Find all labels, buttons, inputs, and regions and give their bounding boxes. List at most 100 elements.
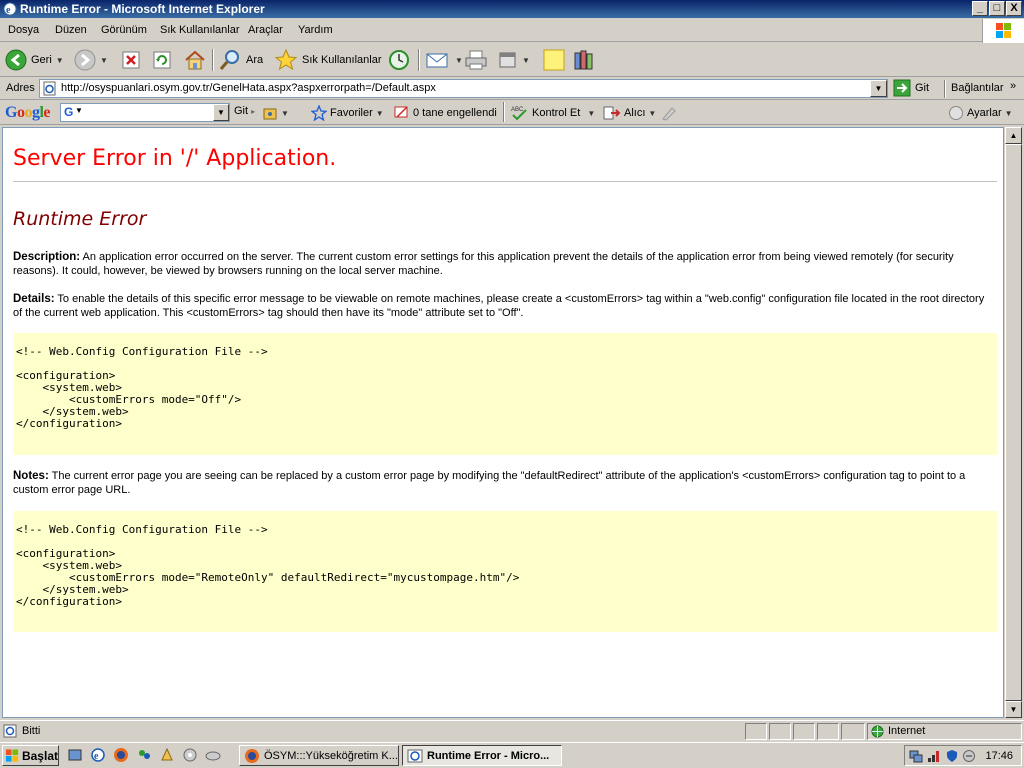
maximize-button[interactable]: □ [989, 1, 1005, 16]
spellcheck-dropdown-icon[interactable]: ▼ [587, 109, 595, 118]
ie-task-icon [407, 749, 423, 762]
vertical-scrollbar[interactable]: ▲ ▼ [1005, 127, 1022, 718]
favorites-button[interactable]: Sık Kullanılanlar [274, 47, 382, 73]
spellcheck-button[interactable]: ABC Kontrol Et ▼ [511, 105, 595, 121]
page-subheading: Runtime Error [13, 208, 147, 230]
firefox-quicklaunch-icon[interactable] [113, 747, 129, 763]
forward-button[interactable]: ▼ [74, 47, 108, 73]
send-to-dropdown-icon[interactable]: ▼ [648, 109, 656, 118]
books-icon [574, 50, 593, 70]
search-button[interactable]: Ara [218, 47, 263, 73]
go-button[interactable]: Git [893, 79, 929, 97]
network-tray-icon[interactable] [909, 749, 923, 763]
minimize-button[interactable]: _ [972, 1, 988, 16]
shield-tray-icon[interactable] [945, 749, 959, 763]
taskbar-item-osym-label: ÖSYM:::Yükseköğretim K... [264, 749, 398, 762]
back-arrow-icon [5, 49, 27, 71]
scroll-up-icon[interactable]: ▲ [1005, 127, 1022, 144]
google-options-dropdown-icon[interactable]: ▼ [281, 109, 289, 118]
address-label: Adres [6, 82, 35, 94]
address-dropdown-icon[interactable]: ▼ [870, 80, 887, 97]
standard-toolbar: Geri ▼ ▼ Ara Sık Kullanılanlar ▼ ▼ [0, 43, 1024, 77]
links-button[interactable]: Bağlantılar [951, 82, 1004, 94]
notes-paragraph: Notes: The current error page you are se… [13, 469, 988, 497]
scroll-down-icon[interactable]: ▼ [1005, 701, 1022, 718]
research-button[interactable] [572, 47, 596, 73]
windows-start-icon [5, 748, 19, 762]
highlight-button[interactable] [660, 105, 678, 121]
windows-flag-icon [996, 23, 1011, 38]
refresh-button[interactable] [152, 47, 172, 73]
description-paragraph: Description: An application error occurr… [13, 250, 988, 278]
network-quicklaunch-icon[interactable] [182, 747, 198, 763]
google-search-dropdown-icon[interactable]: ▼ [213, 104, 229, 121]
menu-item-edit[interactable]: Düzen [55, 24, 87, 36]
google-logo: Google [5, 104, 51, 121]
ie-quicklaunch-icon[interactable]: e [90, 747, 106, 763]
status-panel [769, 723, 791, 740]
settings-button[interactable]: Ayarlar ▼ [948, 105, 1013, 121]
google-go-button[interactable]: Git ▸ [234, 105, 255, 117]
firefox-task-icon [245, 748, 259, 763]
address-input[interactable]: http://osyspuanlari.osym.gov.tr/GenelHat… [39, 79, 888, 98]
google-search-input[interactable]: G ▼ ▼ [60, 103, 230, 122]
spellcheck-label: Kontrol Et [532, 107, 581, 119]
edit-icon [499, 52, 516, 68]
window-titlebar: e Runtime Error - Microsoft Internet Exp… [0, 0, 1024, 18]
details-label: Details: [13, 293, 55, 305]
discuss-button[interactable] [542, 47, 566, 73]
print-button[interactable] [464, 47, 488, 73]
bookmark-star-icon [311, 105, 327, 121]
mail-button[interactable]: ▼ [425, 47, 463, 73]
menu-item-favorites[interactable]: Sık Kullanılanlar [160, 24, 240, 36]
popup-blocker-button[interactable]: 0 tane engellendi [394, 105, 497, 121]
settings-label: Ayarlar [967, 107, 1002, 119]
close-button[interactable]: X [1006, 1, 1022, 16]
menu-item-tools[interactable]: Araçlar [248, 24, 283, 36]
status-bar: Bitti Internet [0, 720, 1024, 741]
address-bar: Adres http://osyspuanlari.osym.gov.tr/Ge… [0, 78, 1024, 100]
show-desktop-icon[interactable] [67, 747, 83, 763]
back-button[interactable]: Geri ▼ [5, 47, 64, 73]
home-button[interactable] [183, 47, 207, 73]
favorites-label: Sık Kullanılanlar [302, 54, 382, 66]
menu-item-view[interactable]: Görünüm [101, 24, 147, 36]
stop-icon [122, 51, 140, 69]
signal-tray-icon[interactable] [927, 749, 941, 763]
mail-icon [426, 53, 448, 68]
google-favorites-button[interactable]: Favoriler ▼ [311, 105, 384, 121]
search-icon [219, 50, 239, 70]
ie-icon: e [3, 2, 17, 16]
messenger-quicklaunch-icon[interactable] [136, 747, 152, 763]
home-icon [185, 50, 205, 70]
google-engine-dropdown-icon[interactable]: ▼ [75, 106, 83, 115]
highlighter-icon [662, 107, 676, 121]
history-button[interactable] [387, 47, 411, 73]
scroll-thumb[interactable] [1005, 144, 1022, 701]
svg-text:e: e [94, 751, 99, 762]
google-go-arrow-icon: ▸ [251, 106, 256, 116]
mail-dropdown-icon[interactable]: ▼ [455, 56, 463, 65]
forward-dropdown-icon[interactable]: ▼ [100, 56, 108, 65]
note-icon [543, 49, 565, 71]
back-dropdown-icon[interactable]: ▼ [56, 56, 64, 65]
back-label: Geri [31, 54, 52, 66]
send-to-button[interactable]: Alıcı ▼ [603, 105, 656, 121]
google-separator [503, 102, 505, 122]
edit-dropdown-icon[interactable]: ▼ [522, 56, 530, 65]
page-viewport[interactable]: Server Error in '/' Application. Runtime… [2, 127, 1004, 718]
menu-item-help[interactable]: Yardım [298, 24, 333, 36]
volume-tray-icon[interactable] [962, 749, 976, 763]
start-button[interactable]: Başlat [2, 745, 59, 766]
taskbar-item-runtime-error[interactable]: Runtime Error - Micro... [402, 745, 562, 766]
stop-button[interactable] [121, 47, 141, 73]
edit-button[interactable]: ▼ [498, 47, 530, 73]
toolbar-separator [418, 49, 420, 71]
links-chevron-icon[interactable]: » [1010, 80, 1016, 92]
media-quicklaunch-icon[interactable] [159, 747, 175, 763]
taskbar-item-osym[interactable]: ÖSYM:::Yükseköğretim K... [239, 745, 399, 766]
google-options-button[interactable]: ▼ [262, 105, 289, 121]
security-zone[interactable]: Internet [867, 723, 1022, 740]
menu-item-file[interactable]: Dosya [8, 24, 39, 36]
drive-quicklaunch-icon[interactable] [205, 747, 221, 763]
